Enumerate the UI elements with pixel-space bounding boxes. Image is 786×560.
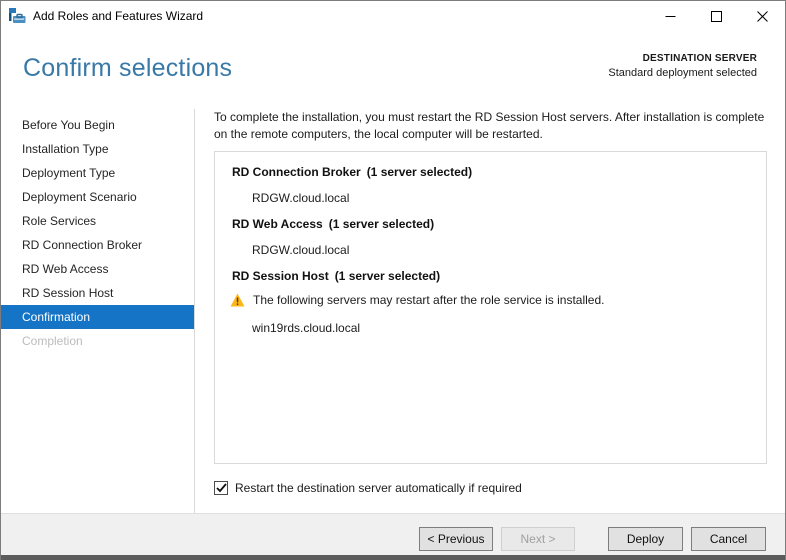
sidebar-item-confirmation[interactable]: Confirmation [1, 305, 194, 329]
sidebar-item-rd-connection-broker[interactable]: RD Connection Broker [1, 233, 194, 257]
section-title-rd-connection-broker: RD Connection Broker (1 server selected) [232, 165, 473, 179]
wizard-header: Confirm selections DESTINATION SERVER St… [1, 32, 785, 109]
wizard-app-icon [9, 8, 26, 23]
sidebar-item-role-services[interactable]: Role Services [1, 209, 194, 233]
sidebar-item-deployment-scenario[interactable]: Deployment Scenario [1, 185, 194, 209]
wizard-content: To complete the installation, you must r… [196, 109, 784, 513]
close-button[interactable] [739, 1, 785, 31]
title-bar: Add Roles and Features Wizard [1, 1, 785, 31]
close-icon [756, 10, 768, 22]
restart-checkbox[interactable] [214, 481, 228, 495]
page-title: Confirm selections [23, 54, 233, 82]
destination-server-value: Standard deployment selected [608, 67, 757, 79]
minimize-button[interactable] [647, 1, 693, 31]
destination-server-block: DESTINATION SERVER Standard deployment s… [608, 53, 757, 79]
sidebar-item-completion: Completion [22, 334, 83, 348]
minimize-icon [665, 15, 675, 17]
warning-text: The following servers may restart after … [253, 293, 605, 307]
wizard-steps-sidebar: Before You Begin Installation Type Deplo… [1, 109, 195, 513]
sidebar-item-rd-web-access[interactable]: RD Web Access [1, 257, 194, 281]
window-bottom-edge [1, 555, 785, 560]
maximize-button[interactable] [693, 1, 739, 31]
warning-icon [230, 293, 245, 307]
sidebar-item-installation-type[interactable]: Installation Type [1, 137, 194, 161]
restart-checkbox-label[interactable]: Restart the destination server automatic… [235, 481, 522, 495]
restart-checkbox-row[interactable]: Restart the destination server automatic… [214, 481, 522, 495]
intro-text: To complete the installation, you must r… [214, 110, 765, 141]
sidebar-item-deployment-type[interactable]: Deployment Type [1, 161, 194, 185]
destination-server-label: DESTINATION SERVER [642, 53, 757, 64]
section-title-rd-web-access: RD Web Access (1 server selected) [232, 217, 435, 231]
server-name: RDGW.cloud.local [252, 243, 350, 257]
checkmark-icon [215, 483, 227, 493]
server-name: win19rds.cloud.local [252, 321, 361, 335]
server-name: RDGW.cloud.local [252, 191, 350, 205]
deploy-button[interactable]: Deploy [608, 527, 683, 551]
section-title-rd-session-host: RD Session Host (1 server selected) [232, 269, 441, 283]
restart-warning-row: The following servers may restart after … [230, 292, 766, 308]
wizard-window: Add Roles and Features Wizard Confirm se… [0, 0, 786, 560]
cancel-button[interactable]: Cancel [691, 527, 766, 551]
maximize-icon [710, 10, 722, 22]
sidebar-item-before-you-begin[interactable]: Before You Begin [1, 113, 194, 137]
confirmation-panel: RD Connection Broker (1 server selected) … [214, 151, 767, 464]
previous-button[interactable]: < Previous [419, 527, 493, 551]
wizard-footer: < Previous Next > Deploy Cancel [1, 513, 785, 555]
window-title: Add Roles and Features Wizard [33, 9, 204, 23]
next-button: Next > [501, 527, 575, 551]
sidebar-item-rd-session-host[interactable]: RD Session Host [1, 281, 194, 305]
